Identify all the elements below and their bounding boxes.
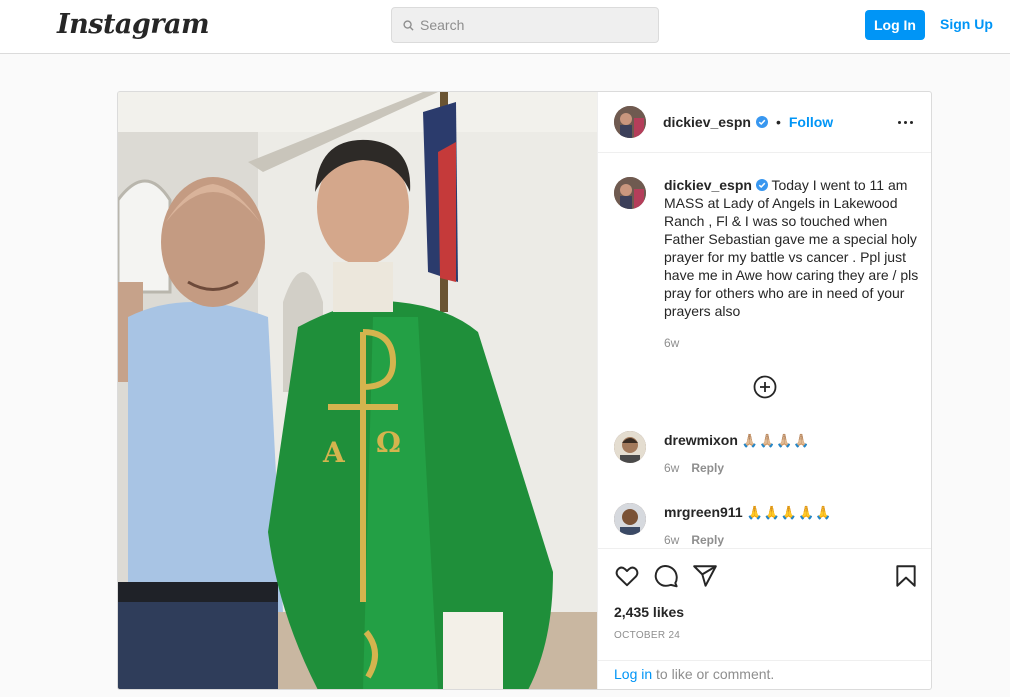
comment-row: mrgreen911 🙏🙏🙏🙏🙏 6w Reply: [598, 503, 931, 547]
share-icon[interactable]: [692, 563, 718, 589]
comment-icon[interactable]: [653, 563, 679, 589]
verified-icon: [755, 179, 768, 191]
follow-button[interactable]: Follow: [789, 114, 833, 130]
comment-meta: 6w Reply: [664, 461, 724, 475]
comment-text-line: drewmixon 🙏🏼🙏🏼🙏🏼🙏🏼: [664, 431, 811, 451]
caption-text: Today I went to 11 am MASS at Lady of An…: [664, 177, 919, 319]
commenter-avatar-art: [614, 503, 646, 535]
post-sidebar: dickiev_espn • Follow dickiev_espn Today…: [597, 92, 931, 689]
author-username[interactable]: dickiev_espn: [663, 114, 751, 130]
heart-icon[interactable]: [614, 563, 640, 589]
commenter-avatar[interactable]: [614, 431, 646, 463]
reply-button[interactable]: Reply: [691, 461, 724, 475]
caption-timestamp: 6w: [664, 336, 680, 350]
search-box[interactable]: Search: [391, 7, 659, 43]
load-more-icon[interactable]: [753, 375, 777, 399]
post-header-line: dickiev_espn • Follow: [663, 114, 833, 130]
top-nav: Instagram Search Log In Sign Up: [0, 0, 1010, 54]
post-photo[interactable]: A Ω: [118, 92, 597, 689]
post-caption: dickiev_espn Today I went to 11 am MASS …: [664, 176, 924, 320]
comment-username[interactable]: mrgreen911: [664, 504, 743, 520]
commenter-avatar-art: [614, 431, 646, 463]
more-icon[interactable]: [895, 112, 915, 132]
comment-text-line: mrgreen911 🙏🙏🙏🙏🙏: [664, 503, 832, 523]
comment-text: 🙏🙏🙏🙏🙏: [746, 506, 833, 521]
like-count[interactable]: 2,435 likes: [614, 604, 684, 620]
author-avatar-art: [614, 106, 646, 138]
bookmark-icon[interactable]: [893, 563, 919, 589]
post-date: OCTOBER 24: [614, 630, 681, 641]
comment-text: 🙏🏼🙏🏼🙏🏼🙏🏼: [741, 434, 811, 449]
commenter-avatar[interactable]: [614, 503, 646, 535]
caption-avatar[interactable]: [614, 177, 646, 209]
post-photo-art: A Ω: [118, 92, 597, 689]
login-prompt-text: to like or comment.: [652, 666, 775, 682]
login-button[interactable]: Log In: [865, 10, 925, 40]
post-card: A Ω dickiev_espn • Follow dickiev_espn T…: [117, 91, 932, 690]
instagram-logo[interactable]: Instagram: [57, 9, 210, 40]
login-prompt: Log in to like or comment.: [614, 666, 774, 682]
author-avatar[interactable]: [614, 106, 646, 138]
search-placeholder: Search: [420, 17, 465, 33]
post-header: dickiev_espn • Follow: [598, 92, 931, 153]
caption-author[interactable]: dickiev_espn: [664, 177, 752, 193]
login-prompt-bar: Log in to like or comment.: [598, 660, 931, 689]
header-separator: •: [775, 114, 781, 130]
search-icon: [403, 19, 414, 31]
login-link[interactable]: Log in: [614, 666, 652, 682]
comment-timestamp: 6w: [664, 533, 680, 547]
svg-text:A: A: [322, 436, 346, 469]
caption-avatar-art: [614, 177, 646, 209]
reply-button[interactable]: Reply: [691, 533, 724, 547]
comment-username[interactable]: drewmixon: [664, 432, 738, 448]
post-actions: 2,435 likes OCTOBER 24: [598, 548, 931, 660]
comment-meta: 6w Reply: [664, 533, 724, 547]
comment-timestamp: 6w: [664, 461, 680, 475]
comment-row: drewmixon 🙏🏼🙏🏼🙏🏼🙏🏼 6w Reply: [598, 431, 931, 475]
svg-text:Ω: Ω: [376, 426, 401, 459]
verified-icon: [755, 116, 768, 128]
comments-list[interactable]: dickiev_espn Today I went to 11 am MASS …: [598, 153, 931, 548]
signup-link[interactable]: Sign Up: [940, 16, 993, 32]
